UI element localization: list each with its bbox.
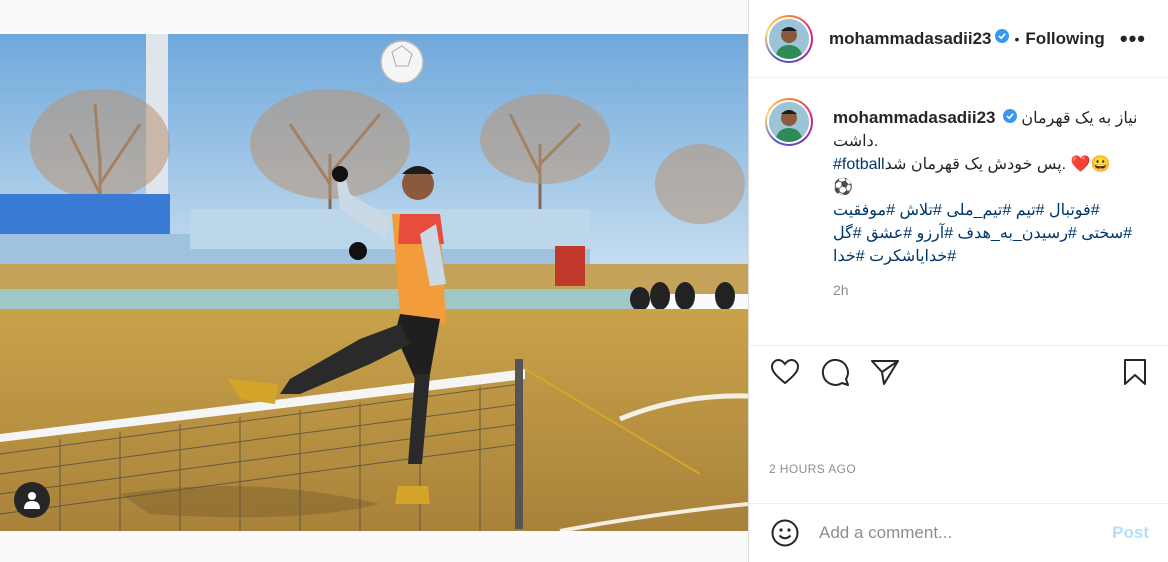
hashtag-fotball[interactable]: #fotball — [833, 156, 885, 173]
photo-illustration — [0, 34, 748, 531]
comment-bar: Post — [749, 503, 1168, 562]
emoji-icon[interactable] — [769, 517, 801, 549]
verified-badge-icon — [994, 29, 1009, 48]
photo-pane — [0, 0, 748, 562]
caption-relative-time[interactable]: 2h — [833, 282, 849, 298]
bookmark-icon[interactable] — [1119, 356, 1151, 388]
comment-icon[interactable] — [819, 356, 851, 388]
heart-icon[interactable] — [769, 356, 801, 388]
action-bar — [749, 345, 1168, 395]
post-header: mohammadasadii23 • Following ••• — [749, 0, 1168, 78]
caption-avatar[interactable] — [765, 98, 813, 146]
posted-time[interactable]: 2 HOURS AGO — [769, 462, 856, 476]
caption-line-1: نیاز به یک قهرمان — [1021, 110, 1138, 127]
caption-line-2: داشت. — [833, 133, 879, 151]
caption-emoji: ❤️😀 — [1070, 156, 1111, 174]
post-photo[interactable] — [0, 34, 748, 531]
avatar[interactable] — [765, 14, 813, 63]
more-options-icon[interactable]: ••• — [1120, 26, 1146, 52]
follow-separator: • — [1014, 30, 1020, 47]
following-button[interactable]: Following — [1025, 29, 1104, 49]
post-comment-button[interactable]: Post — [1112, 523, 1149, 543]
share-icon[interactable] — [869, 356, 901, 388]
hashtags-line-2[interactable]: سختی #رسیدن_به_هدف #آرزو #عشق #گل# — [833, 222, 1155, 245]
caption-text: mohammadasadii23 نیاز به یک قهرمان داشت.… — [833, 106, 1155, 268]
caption-verified-badge-icon — [1002, 107, 1017, 130]
header-username[interactable]: mohammadasadii23 — [829, 29, 992, 49]
caption-line-3: #fotballپس خودش یک قهرمان شد. ❤️😀 — [833, 153, 1155, 176]
hashtags-line-1[interactable]: فوتبال #تیم #تیم_ملی #تلاش #موفقیت# — [833, 199, 1155, 222]
comment-input[interactable] — [819, 523, 1089, 543]
post-side-panel: mohammadasadii23 • Following ••• mohamma… — [748, 0, 1168, 562]
hashtags-line-3[interactable]: خداياشکرت #خدا# — [833, 245, 1155, 268]
caption-line-4: ⚽ — [833, 179, 853, 197]
user-tag-icon[interactable] — [14, 482, 50, 518]
caption-username[interactable]: mohammadasadii23 — [833, 108, 996, 127]
caption-line-3-text: پس خودش یک قهرمان شد. — [884, 156, 1067, 174]
